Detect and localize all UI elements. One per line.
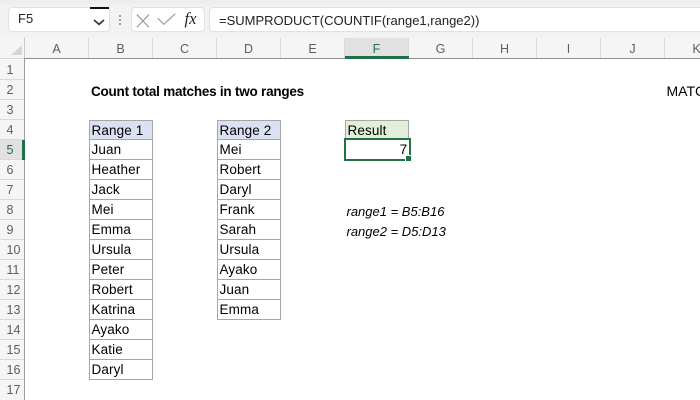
svg-text:fx: fx: [185, 9, 198, 28]
